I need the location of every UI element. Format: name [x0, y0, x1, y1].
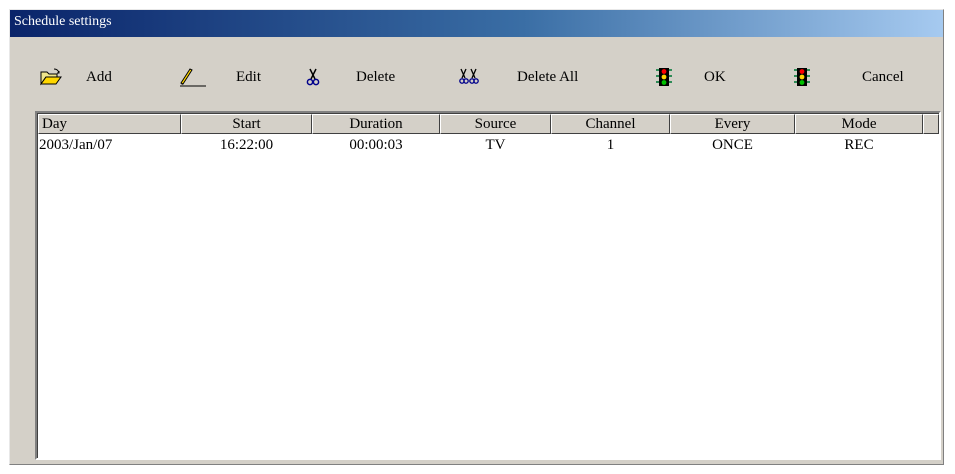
column-header-duration[interactable]: Duration — [312, 114, 440, 134]
column-header-filler — [923, 114, 939, 134]
cancel-label: Cancel — [862, 68, 904, 85]
column-header-mode[interactable]: Mode — [795, 114, 923, 134]
delete-label: Delete — [356, 68, 396, 85]
cancel-button[interactable]: Cancel — [793, 66, 904, 88]
open-folder-icon — [40, 68, 62, 86]
column-header-start[interactable]: Start — [181, 114, 312, 134]
title-bar[interactable]: Schedule settings — [10, 10, 943, 37]
traffic-light-icon — [793, 67, 811, 87]
add-label: Add — [86, 68, 112, 85]
cell-channel: 1 — [606, 137, 615, 153]
schedule-list[interactable]: Day Start Duration Source Channel Every … — [35, 111, 941, 460]
edit-label: Edit — [236, 68, 261, 85]
schedule-settings-window: Schedule settings Add Edit Delete Delete… — [9, 9, 944, 465]
column-header-source[interactable]: Source — [440, 114, 551, 134]
cell-duration: 00:00:03 — [349, 137, 403, 153]
add-button[interactable]: Add — [40, 66, 112, 88]
cell-mode: REC — [844, 137, 874, 153]
edit-button[interactable]: Edit — [177, 66, 261, 88]
column-header-day[interactable]: Day — [38, 114, 181, 134]
cell-every: ONCE — [712, 137, 753, 153]
scissors-icon — [306, 67, 320, 87]
delete-button[interactable]: Delete — [306, 66, 395, 88]
ok-button[interactable]: OK — [655, 66, 726, 88]
pencil-icon — [177, 67, 207, 87]
cell-source: TV — [485, 137, 506, 153]
double-scissors-icon — [459, 67, 481, 87]
cell-day: 2003/Jan/07 — [39, 137, 113, 153]
delete-all-button[interactable]: Delete All — [459, 66, 578, 88]
window-title: Schedule settings — [14, 14, 112, 29]
ok-label: OK — [704, 68, 726, 85]
cell-start: 16:22:00 — [219, 137, 274, 153]
delete-all-label: Delete All — [517, 68, 579, 85]
column-header-every[interactable]: Every — [670, 114, 795, 134]
traffic-light-icon — [655, 67, 673, 87]
column-header-channel[interactable]: Channel — [551, 114, 670, 134]
